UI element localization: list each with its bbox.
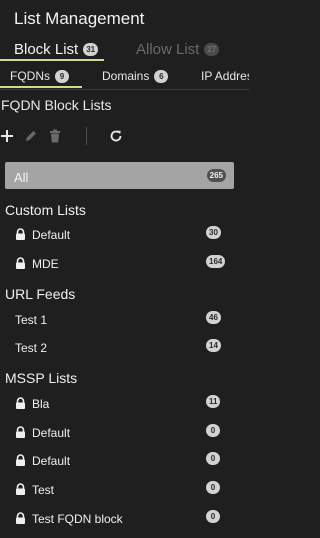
main-tabs: Block List 31 Allow List 27 xyxy=(0,38,249,62)
lock-icon xyxy=(16,483,25,495)
subtab-fqdns-label: FQDNs xyxy=(10,69,50,83)
list-item-label: MDE xyxy=(32,257,59,271)
list-item-count: 14 xyxy=(206,339,221,352)
tab-block-list[interactable]: Block List 31 xyxy=(14,38,99,60)
lock-icon xyxy=(16,512,25,524)
list-item-all[interactable]: All 265 xyxy=(5,162,234,189)
list-item-all-label: All xyxy=(14,170,29,185)
list-item[interactable]: Test 0 xyxy=(0,479,249,501)
sub-tabs: FQDNs 9 Domains 6 IP Address xyxy=(0,63,249,90)
subtab-domains[interactable]: Domains 6 xyxy=(102,63,169,89)
list-item[interactable]: Default 30 xyxy=(0,224,249,246)
lock-icon xyxy=(16,426,25,438)
panel-title: FQDN Block Lists xyxy=(1,97,112,113)
page-title: List Management xyxy=(14,9,145,28)
subtab-fqdns-count: 9 xyxy=(55,69,69,83)
edit-icon[interactable] xyxy=(22,127,40,145)
list-item-count: 0 xyxy=(206,424,220,437)
active-tab-indicator xyxy=(0,59,104,61)
lock-icon xyxy=(16,397,25,409)
list-item-count: 0 xyxy=(206,452,220,465)
list-item-label: Default xyxy=(32,228,71,242)
list-item-count: 11 xyxy=(206,395,221,408)
list-item-label: Test 1 xyxy=(15,313,48,327)
list-item-count: 0 xyxy=(206,481,220,494)
list-item[interactable]: Test FQDN block 0 xyxy=(0,508,249,530)
tab-allow-list-count: 27 xyxy=(204,42,220,56)
delete-icon[interactable] xyxy=(46,127,64,145)
section-custom-lists: Custom Lists xyxy=(5,202,86,218)
list-item-count: 46 xyxy=(206,311,221,324)
tab-allow-list[interactable]: Allow List 27 xyxy=(136,38,220,60)
list-item-label: Bla xyxy=(32,397,50,411)
list-item-label: Test 2 xyxy=(15,341,48,355)
list-item[interactable]: Default 0 xyxy=(0,422,249,444)
toolbar-divider xyxy=(86,127,87,145)
subtab-domains-label: Domains xyxy=(102,69,150,83)
list-item[interactable]: MDE 164 xyxy=(0,253,249,275)
list-item-label: Test FQDN block xyxy=(32,512,123,526)
list-item[interactable]: Default 0 xyxy=(0,450,249,472)
section-mssp-lists: MSSP Lists xyxy=(5,370,78,386)
list-item[interactable]: Test 1 46 xyxy=(0,309,249,331)
tab-allow-list-label: Allow List xyxy=(136,40,200,58)
list-item-count: 164 xyxy=(206,255,226,268)
lock-icon xyxy=(16,228,25,240)
list-item-all-count: 265 xyxy=(206,169,226,182)
list-item[interactable]: Bla 11 xyxy=(0,393,249,415)
tab-block-list-count: 31 xyxy=(83,42,99,56)
add-icon[interactable] xyxy=(0,127,16,145)
list-item[interactable]: Test 2 14 xyxy=(0,337,249,359)
lock-icon xyxy=(16,454,25,466)
lock-icon xyxy=(16,257,25,269)
list-toolbar xyxy=(0,124,249,148)
list-item-label: Default xyxy=(32,426,71,440)
list-item-label: Test xyxy=(32,483,55,497)
list-item-label: Default xyxy=(32,454,71,468)
subtab-domains-count: 6 xyxy=(154,69,169,83)
refresh-icon[interactable] xyxy=(107,127,125,145)
subtab-ip-address[interactable]: IP Address xyxy=(201,63,249,89)
list-item-count: 0 xyxy=(206,510,220,523)
section-url-feeds: URL Feeds xyxy=(5,286,76,302)
active-subtab-indicator xyxy=(0,86,82,88)
subtab-ip-address-label: IP Address xyxy=(201,69,249,83)
list-item-count: 30 xyxy=(206,226,221,239)
tab-block-list-label: Block List xyxy=(14,40,79,58)
